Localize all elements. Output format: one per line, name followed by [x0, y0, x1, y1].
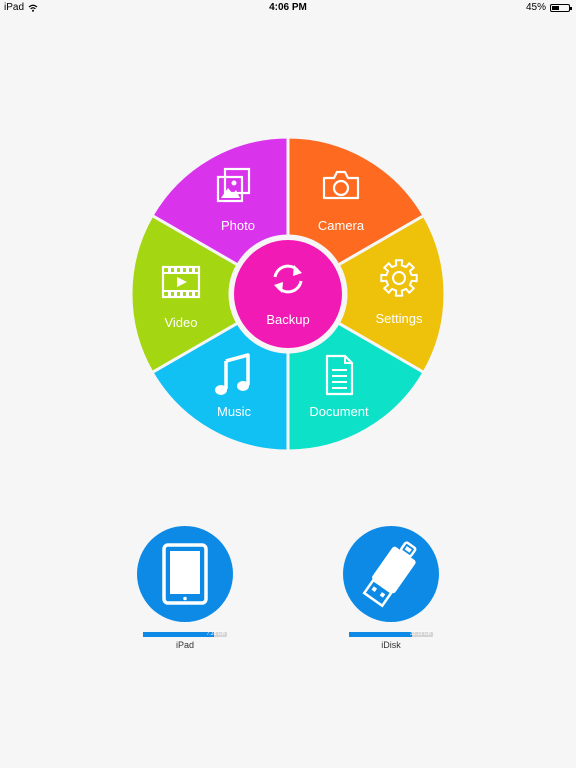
- ipad-capacity-fill: [143, 632, 215, 637]
- backup-wheel: Photo Camera Settings Document Music Video Bac…: [129, 135, 447, 453]
- tablet-icon: [162, 543, 208, 605]
- ipad-label: iPad: [175, 640, 194, 650]
- ipad-capacity-text: 7.38 GB: [206, 631, 225, 637]
- device-idisk[interactable]: 33.13 GB iDisk: [331, 526, 451, 650]
- segment-photo-label: Photo: [221, 218, 255, 233]
- segment-document-label: Document: [309, 404, 369, 419]
- backup-button-circle[interactable]: [234, 240, 342, 348]
- idisk-label: iDisk: [381, 640, 401, 650]
- idisk-capacity-text: 33.13 GB: [409, 631, 431, 637]
- idisk-capacity-bar: 33.13 GB: [349, 631, 433, 637]
- idisk-button[interactable]: [343, 526, 439, 622]
- segment-music-label: Music: [217, 404, 251, 419]
- backup-button[interactable]: Backup: [234, 240, 342, 348]
- idisk-capacity-fill: [349, 632, 412, 637]
- ipad-button[interactable]: [137, 526, 233, 622]
- ipad-capacity-bar: 7.38 GB: [143, 631, 227, 637]
- device-ipad[interactable]: 7.38 GB iPad: [125, 526, 245, 650]
- segment-video-label: Video: [164, 315, 197, 330]
- segment-camera-label: Camera: [318, 218, 365, 233]
- backup-label: Backup: [266, 312, 309, 327]
- segment-settings-label: Settings: [376, 311, 423, 326]
- usb-drive-icon: [362, 541, 417, 608]
